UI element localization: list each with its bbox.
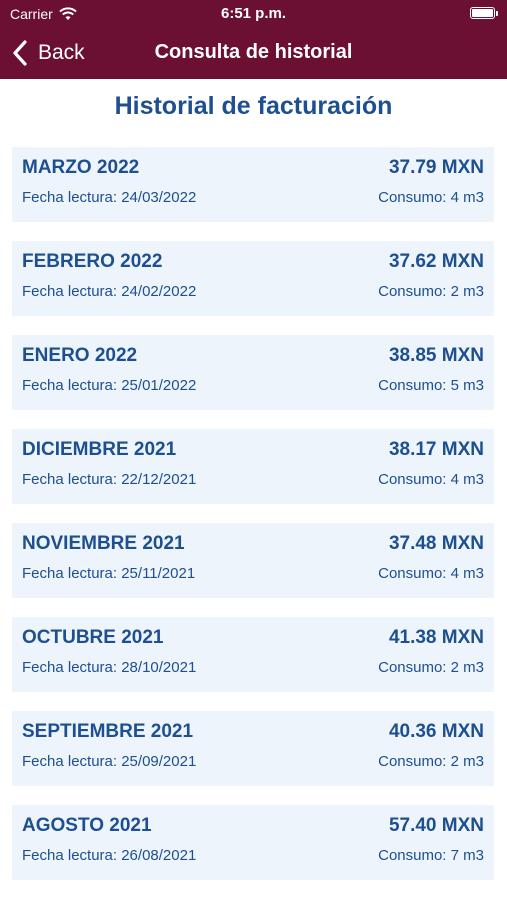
navigation-bar: Back Consulta de historial — [0, 28, 507, 79]
billing-month: SEPTIEMBRE 2021 — [22, 721, 194, 742]
consumption: Consumo: 2 m3 — [378, 283, 484, 300]
billing-item[interactable]: ENERO 2022 38.85 MXN Fecha lectura: 25/0… — [12, 335, 494, 410]
billing-month: DICIEMBRE 2021 — [22, 439, 177, 460]
consumption: Consumo: 4 m3 — [378, 471, 484, 488]
billing-amount: 38.85 MXN — [388, 345, 484, 366]
billing-history-list: MARZO 2022 37.79 MXN Fecha lectura: 24/0… — [12, 147, 494, 899]
reading-date: Fecha lectura: 26/08/2021 — [22, 847, 197, 864]
billing-amount: 37.79 MXN — [388, 157, 484, 178]
billing-item[interactable]: SEPTIEMBRE 2021 40.36 MXN Fecha lectura:… — [12, 711, 494, 786]
page-title: Historial de facturación — [114, 92, 393, 120]
billing-month: AGOSTO 2021 — [22, 815, 152, 836]
billing-item[interactable]: NOVIEMBRE 2021 37.48 MXN Fecha lectura: … — [12, 523, 494, 598]
nav-title: Consulta de historial — [154, 41, 353, 63]
reading-date: Fecha lectura: 25/01/2022 — [22, 377, 197, 394]
consumption: Consumo: 5 m3 — [378, 377, 484, 394]
billing-amount: 37.62 MXN — [388, 251, 484, 272]
billing-item[interactable]: DICIEMBRE 2021 38.17 MXN Fecha lectura: … — [12, 429, 494, 504]
billing-month: FEBRERO 2022 — [22, 251, 163, 272]
billing-item[interactable]: AGOSTO 2021 57.40 MXN Fecha lectura: 26/… — [12, 805, 494, 880]
consumption: Consumo: 4 m3 — [378, 565, 484, 582]
billing-amount: 41.38 MXN — [388, 627, 484, 648]
billing-item[interactable]: MARZO 2022 37.79 MXN Fecha lectura: 24/0… — [12, 147, 494, 222]
reading-date: Fecha lectura: 25/09/2021 — [22, 753, 197, 770]
billing-amount: 37.48 MXN — [388, 533, 484, 554]
billing-amount: 38.17 MXN — [388, 439, 484, 460]
consumption: Consumo: 2 m3 — [378, 753, 484, 770]
billing-amount: 40.36 MXN — [388, 721, 484, 742]
consumption: Consumo: 2 m3 — [378, 659, 484, 676]
battery-icon — [470, 7, 498, 19]
consumption: Consumo: 4 m3 — [378, 189, 484, 206]
billing-month: NOVIEMBRE 2021 — [22, 533, 185, 554]
billing-item[interactable]: FEBRERO 2022 37.62 MXN Fecha lectura: 24… — [12, 241, 494, 316]
status-bar: Carrier 6:51 p.m. — [0, 0, 507, 28]
reading-date: Fecha lectura: 25/11/2021 — [22, 565, 196, 582]
status-time: 6:51 p.m. — [220, 5, 287, 22]
reading-date: Fecha lectura: 24/02/2022 — [22, 283, 197, 300]
consumption: Consumo: 7 m3 — [378, 847, 484, 864]
reading-date: Fecha lectura: 22/12/2021 — [22, 471, 197, 488]
reading-date: Fecha lectura: 24/03/2022 — [22, 189, 197, 206]
billing-month: MARZO 2022 — [22, 157, 140, 178]
billing-item[interactable]: OCTUBRE 2021 41.38 MXN Fecha lectura: 28… — [12, 617, 494, 692]
billing-amount: 57.40 MXN — [388, 815, 484, 836]
reading-date: Fecha lectura: 28/10/2021 — [22, 659, 197, 676]
billing-month: OCTUBRE 2021 — [22, 627, 164, 648]
billing-month: ENERO 2022 — [22, 345, 138, 366]
